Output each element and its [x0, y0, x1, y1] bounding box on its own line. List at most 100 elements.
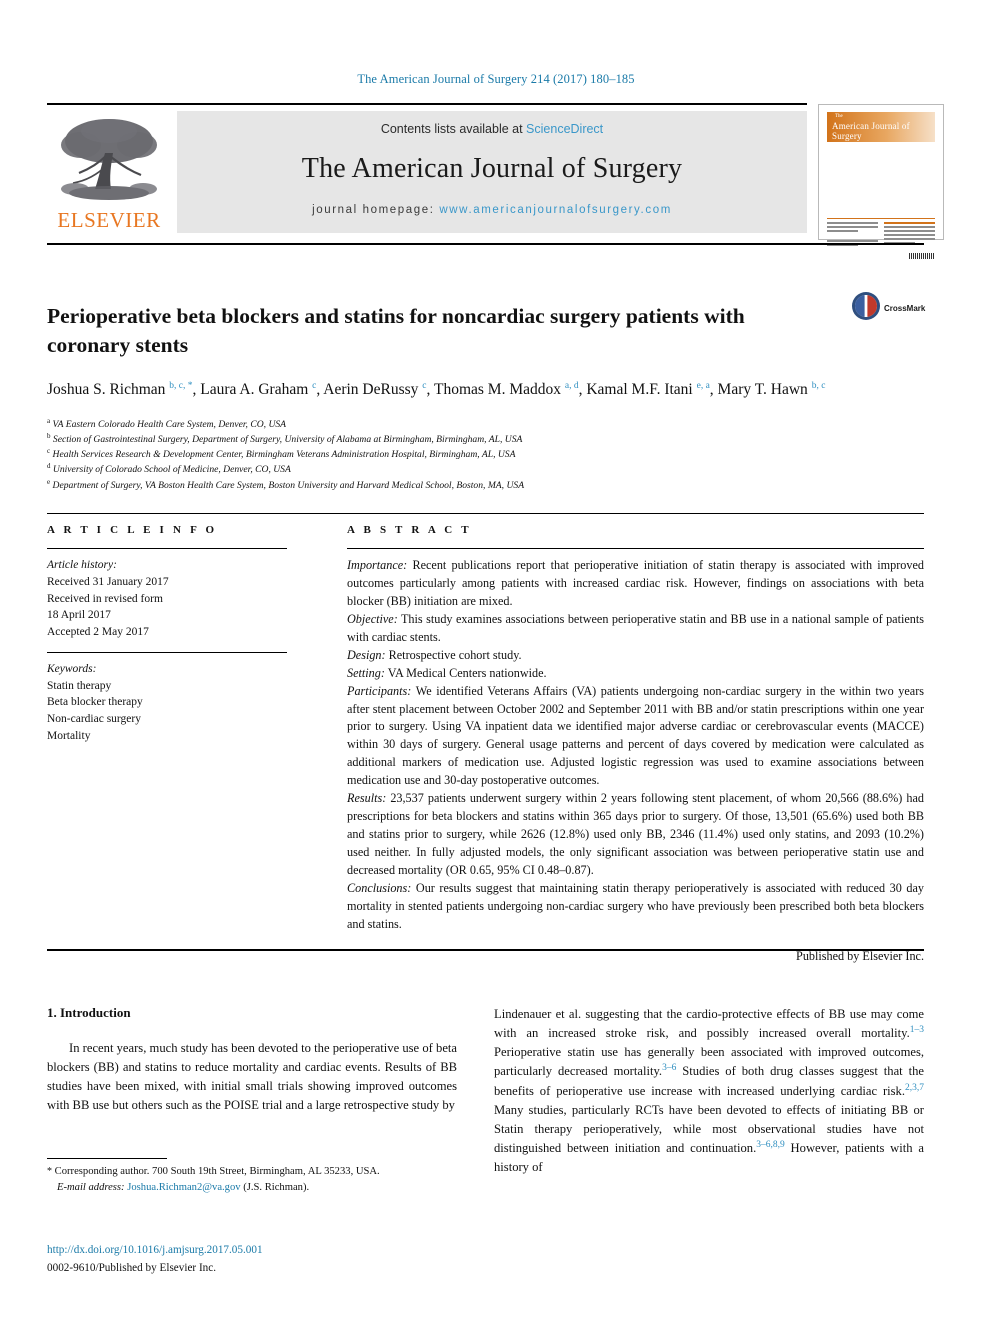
doi-link[interactable]: http://dx.doi.org/10.1016/j.amjsurg.2017… [47, 1242, 467, 1260]
contents-list-line: Contents lists available at ScienceDirec… [177, 122, 807, 136]
affiliation-text: Section of Gastrointestinal Surgery, Dep… [52, 434, 523, 446]
abstract-section-label: Results: [347, 791, 387, 806]
keyword-item: Mortality [47, 730, 91, 743]
keyword-item: Statin therapy [47, 679, 112, 692]
cover-header-band: The American Journal of Surgery [827, 112, 935, 142]
issn-line: 0002-9610/Published by Elsevier Inc. [47, 1261, 217, 1274]
paper-page: The American Journal of Surgery 214 (201… [0, 0, 992, 1323]
abstract-section-text: This study examines associations between… [347, 611, 924, 644]
article-history-line: Accepted 2 May 2017 [47, 626, 149, 639]
abstract-body: Importance: Recent publications report t… [347, 557, 924, 966]
crossmark-badge[interactable]: CrossMark [851, 291, 925, 326]
affiliation-marker: a [47, 416, 51, 425]
info-abstract-top-rule [47, 513, 924, 514]
footnote-block: * Corresponding author. 700 South 19th S… [47, 1164, 467, 1196]
cover-blank-body [827, 142, 935, 214]
affiliation-marker: e [47, 477, 51, 486]
abstract-section-label: Conclusions: [347, 880, 412, 895]
abstract-section-label: Objective: [347, 611, 398, 626]
crossmark-icon [851, 291, 881, 326]
elsevier-tree-icon [55, 115, 163, 207]
cover-barcode [909, 253, 935, 259]
abstract-section-label: Design: [347, 647, 386, 662]
intro-paragraph-right: Lindenauer et al. suggesting that the ca… [494, 1007, 924, 1175]
affiliation-item: d University of Colorado School of Medic… [47, 462, 927, 477]
journal-band: Contents lists available at ScienceDirec… [177, 111, 807, 233]
abstract-section-label: Participants: [347, 683, 412, 698]
abstract-section-label: Setting: [347, 665, 385, 680]
elsevier-logo: ELSEVIER [47, 111, 171, 233]
journal-homepage-line: journal homepage: www.americanjournalofs… [177, 204, 807, 216]
masthead-top-rule [47, 103, 807, 105]
email-link[interactable]: Joshua.Richman2@va.gov [127, 1182, 240, 1193]
affiliation-item: a VA Eastern Colorado Health Care System… [47, 417, 927, 432]
affiliation-item: c Health Services Research & Development… [47, 447, 927, 462]
affiliation-item: e Department of Surgery, VA Boston Healt… [47, 478, 927, 493]
article-history-line: Received 31 January 2017 [47, 575, 169, 588]
cover-title-main: American Journal of Surgery [832, 121, 910, 141]
affiliation-text: Health Services Research & Development C… [52, 449, 516, 461]
abstract-section-label: Importance: [347, 558, 408, 572]
article-title: Perioperative beta blockers and statins … [47, 304, 745, 357]
email-suffix: (J.S. Richman). [240, 1181, 310, 1193]
article-history-line: 18 April 2017 [47, 609, 111, 622]
footnote-divider [47, 1158, 167, 1159]
abstract-section: Results: 23,537 patients underwent surge… [347, 790, 924, 880]
abstract-section: Importance: Recent publications report t… [347, 557, 924, 611]
abstract-heading: A B S T R A C T [347, 524, 472, 536]
homepage-prefix: journal homepage: [312, 204, 440, 216]
article-history-label: Article history: [47, 559, 117, 571]
abstract-section-text: Recent publications report that perioper… [347, 558, 924, 608]
abstract-section-text: VA Medical Centers nationwide. [384, 665, 547, 680]
contents-prefix: Contents lists available at [380, 122, 527, 136]
email-label: E-mail address: [57, 1181, 125, 1193]
affiliation-text: Department of Surgery, VA Boston Health … [52, 479, 525, 491]
running-head: The American Journal of Surgery 214 (201… [357, 72, 635, 86]
sciencedirect-link[interactable]: ScienceDirect [526, 122, 603, 136]
corresponding-author-note: * Corresponding author. 700 South 19th S… [47, 1166, 380, 1177]
article-info-heading: A R T I C L E I N F O [47, 524, 218, 536]
affiliation-item: b Section of Gastrointestinal Surgery, D… [47, 432, 927, 447]
abstract-column: A B S T R A C T Importance: Recent publi… [347, 524, 924, 966]
abstract-section-text: We identified Veterans Affairs (VA) pati… [347, 683, 924, 788]
journal-cover-thumbnail: The American Journal of Surgery [818, 104, 944, 259]
keyword-item: Beta blocker therapy [47, 696, 143, 709]
affiliation-marker: d [47, 462, 51, 471]
affiliation-text: VA Eastern Colorado Health Care System, … [52, 419, 287, 430]
abstract-rule [347, 548, 924, 549]
section-heading-introduction: 1. Introduction [47, 1005, 131, 1020]
email-note: E-mail address: Joshua.Richman2@va.gov (… [47, 1180, 467, 1196]
elsevier-wordmark: ELSEVIER [57, 208, 161, 232]
journal-homepage-link[interactable]: www.americanjournalofsurgery.com [439, 204, 672, 216]
article-info-rule [47, 548, 287, 549]
body-column-left: 1. Introduction In recent years, much st… [47, 1005, 457, 1116]
title-divider [47, 243, 924, 245]
abstract-section-text: 23,537 patients underwent surgery within… [347, 791, 924, 877]
doi-block: http://dx.doi.org/10.1016/j.amjsurg.2017… [47, 1242, 467, 1278]
body-column-right: Lindenauer et al. suggesting that the ca… [494, 1005, 924, 1177]
cover-title-small: The [835, 114, 843, 119]
affiliation-text: University of Colorado School of Medicin… [52, 464, 291, 476]
abstract-bottom-rule [47, 949, 924, 951]
abstract-section: Setting: VA Medical Centers nationwide. [347, 665, 924, 683]
keyword-item: Non-cardiac surgery [47, 713, 141, 726]
abstract-section-text: Our results suggest that maintaining sta… [347, 880, 924, 931]
affiliation-list: a VA Eastern Colorado Health Care System… [47, 417, 927, 493]
abstract-section: Participants: We identified Veterans Aff… [347, 683, 924, 791]
abstract-section: Design: Retrospective cohort study. [347, 647, 924, 665]
abstract-section: Conclusions: Our results suggest that ma… [347, 880, 924, 934]
article-info-column: A R T I C L E I N F O Article history: R… [47, 524, 287, 745]
affiliation-marker: b [47, 431, 51, 440]
abstract-section: Objective: This study examines associati… [347, 611, 924, 647]
article-history-line: Received in revised form [47, 592, 163, 605]
article-history-block: Article history: Received 31 January 201… [47, 557, 287, 641]
abstract-section-text: Retrospective cohort study. [385, 647, 522, 662]
crossmark-label: CrossMark [884, 304, 926, 313]
keywords-rule [47, 651, 287, 653]
keywords-block: Keywords: Statin therapy Beta blocker th… [47, 661, 287, 745]
author-list: Joshua S. Richman b, c, *, Laura A. Grah… [47, 380, 826, 398]
intro-paragraph-left: In recent years, much study has been dev… [47, 1041, 457, 1113]
journal-masthead: ELSEVIER Contents lists available at Sci… [47, 103, 807, 233]
journal-title: The American Journal of Surgery [301, 153, 683, 184]
affiliation-marker: c [47, 447, 51, 456]
